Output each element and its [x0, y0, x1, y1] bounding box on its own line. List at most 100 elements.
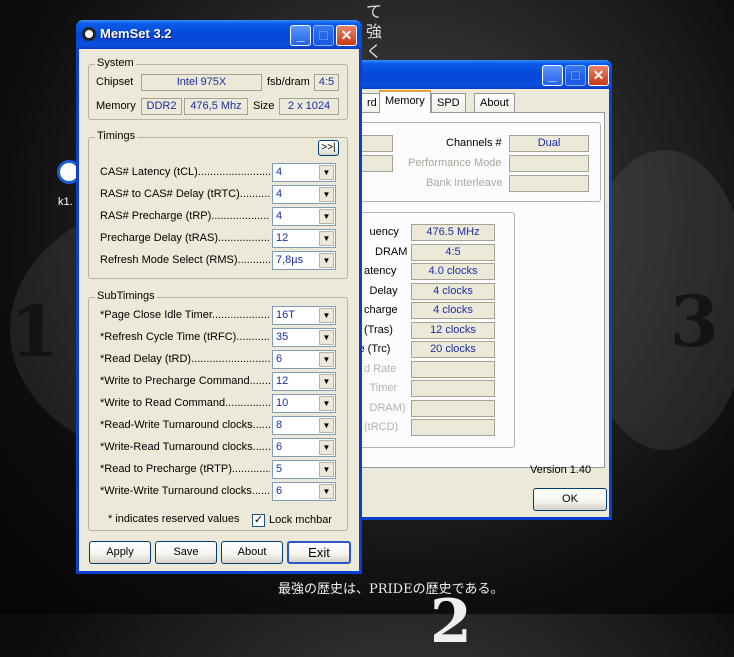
close-button[interactable]: ✕ [588, 65, 609, 86]
chevron-down-icon: ▼ [319, 253, 334, 268]
minimize-button[interactable]: _ [542, 65, 563, 86]
chevron-down-icon: ▼ [319, 231, 334, 246]
close-button[interactable]: ✕ [336, 25, 357, 46]
chevron-down-icon: ▼ [319, 187, 334, 202]
performance-mode-label: Performance Mode [408, 157, 502, 169]
subtiming-select[interactable]: 12 ▼ [272, 372, 336, 391]
timing-select[interactable]: 12 ▼ [272, 229, 336, 248]
subtiming-select[interactable]: 6 ▼ [272, 438, 336, 457]
subtiming-label: *Write to Precharge Command......... [100, 375, 270, 387]
cpuz-timing-label: Timer [369, 382, 398, 394]
timing-label: RAS# Precharge (tRP)................... [100, 210, 270, 222]
timing-select[interactable]: 4 ▼ [272, 185, 336, 204]
chevron-down-icon: ▼ [319, 165, 334, 180]
timing-select[interactable]: 4 ▼ [272, 163, 336, 182]
subtiming-value: 8 [276, 419, 283, 431]
save-button[interactable]: Save [155, 541, 217, 564]
subtiming-select[interactable]: 10 ▼ [272, 394, 336, 413]
tab-spd[interactable]: SPD [431, 93, 466, 113]
big-number-text: 2 [430, 587, 472, 657]
cpuz-timing-value [411, 360, 495, 378]
expand-timings-button[interactable]: >>| [318, 140, 339, 156]
chipset-field: Intel 975X [141, 74, 262, 91]
tab-about[interactable]: About [474, 93, 515, 113]
timings-group-title: Timings [95, 130, 138, 142]
timing-value: 4 [276, 210, 283, 222]
cpuz-timing-value: 4:5 [411, 243, 495, 261]
cpuz-timing-value: 476.5 MHz [411, 224, 495, 241]
subtiming-value: 6 [276, 441, 283, 453]
cpuz-timing-label: uency [369, 226, 399, 238]
cpuz-timing-value [411, 380, 495, 397]
subtiming-label: *Refresh Cycle Time (tRFC)..............… [100, 331, 270, 343]
subtiming-select[interactable]: 35 ▼ [272, 328, 336, 347]
cpuz-timing-value: 4 clocks [411, 302, 495, 319]
cpuz-timing-label: d Rate [364, 362, 397, 375]
chevron-down-icon: ▼ [319, 209, 334, 224]
timing-label: Refresh Mode Select (RMS)............ [100, 254, 270, 266]
tab-memory[interactable]: Memory [379, 90, 431, 113]
cpuz-timing-label: DRAM) [369, 401, 406, 414]
chevron-down-icon: ▼ [319, 374, 334, 389]
cpuz-timing-label: (Tras) [364, 323, 393, 336]
desktop-shortcut-label: k1. [58, 196, 73, 208]
subtiming-label: *Write-Read Turnaround clocks........ [100, 441, 270, 453]
chipset-label: Chipset [96, 76, 134, 88]
cpuz-timing-label: (tRCD) [364, 421, 399, 433]
cpuz-titlebar: _ □ ✕ [344, 60, 612, 89]
timing-select[interactable]: 7,8µs ▼ [272, 251, 336, 270]
ok-button[interactable]: OK [533, 488, 607, 511]
memset-window: MemSet 3.2 _ □ ✕ System Chipset Intel 97… [76, 20, 362, 574]
fsb-dram-field: 4:5 [314, 74, 339, 91]
cpuz-timing-value: 20 clocks [411, 341, 495, 358]
minimize-button[interactable]: _ [290, 25, 311, 46]
reserved-footnote: * indicates reserved values [108, 513, 240, 525]
memset-app-icon [82, 27, 96, 41]
cpuz-timing-value: 12 clocks [411, 321, 495, 339]
subtiming-value: 6 [276, 485, 283, 497]
subtiming-select[interactable]: 6 ▼ [272, 482, 336, 501]
channels-label: Channels # [446, 137, 502, 149]
cpuz-timing-value [411, 419, 495, 436]
bank-interleave-label: Bank Interleave [426, 177, 503, 189]
timing-value: 7,8µs [276, 254, 304, 266]
subtiming-select[interactable]: 5 ▼ [272, 460, 336, 479]
cpuz-timing-label: e (Trc) [358, 343, 391, 355]
cpuz-timing-value [411, 399, 495, 417]
timing-value: 4 [276, 166, 283, 178]
chevron-down-icon: ▼ [319, 330, 334, 345]
subtiming-label: *Read-Write Turnaround clocks....... [100, 419, 270, 431]
tattoo-right: 3 [670, 280, 719, 363]
memory-frequency-field: 476,5 Mhz [184, 98, 248, 115]
window-title: MemSet 3.2 [100, 26, 172, 41]
chevron-down-icon: ▼ [319, 440, 334, 455]
subtiming-value: 5 [276, 463, 283, 475]
memory-type-field: DDR2 [141, 98, 182, 115]
tattoo-left: 1 [10, 290, 59, 373]
subtiming-select[interactable]: 8 ▼ [272, 416, 336, 435]
memset-titlebar: MemSet 3.2 _ □ ✕ [76, 20, 362, 49]
subtiming-value: 6 [276, 353, 283, 365]
chevron-down-icon: ▼ [319, 418, 334, 433]
subtiming-label: *Write to Read Command.................. [100, 397, 270, 409]
about-button[interactable]: About [221, 541, 283, 564]
channels-field: Dual [509, 135, 589, 152]
subtiming-value: 12 [276, 375, 289, 387]
chevron-down-icon: ▼ [319, 396, 334, 411]
subtiming-value: 35 [276, 331, 289, 343]
cpuz-timing-value: 4 clocks [411, 282, 495, 300]
subtiming-label: *Read Delay (tRD).......................… [100, 353, 270, 365]
chevron-down-icon: ▼ [319, 352, 334, 367]
lock-mchbar-checkbox[interactable]: ✓ [252, 514, 265, 527]
vertical-japanese-text: て強く [366, 2, 383, 61]
timing-select[interactable]: 4 ▼ [272, 207, 336, 226]
maximize-button: □ [313, 25, 334, 46]
exit-button[interactable]: Exit [287, 541, 351, 564]
cpuz-window: _ □ ✕ rd Memory SPD About es Channels # … [327, 60, 612, 520]
timing-label: RAS# to CAS# Delay (tRTC)........... [100, 188, 270, 200]
cpuz-timing-label: DRAM [375, 245, 408, 258]
subtiming-select[interactable]: 16T ▼ [272, 306, 336, 325]
apply-button[interactable]: Apply [89, 541, 151, 564]
subtiming-select[interactable]: 6 ▼ [272, 350, 336, 369]
subtiming-label: *Write-Write Turnaround clocks....... [100, 485, 270, 497]
